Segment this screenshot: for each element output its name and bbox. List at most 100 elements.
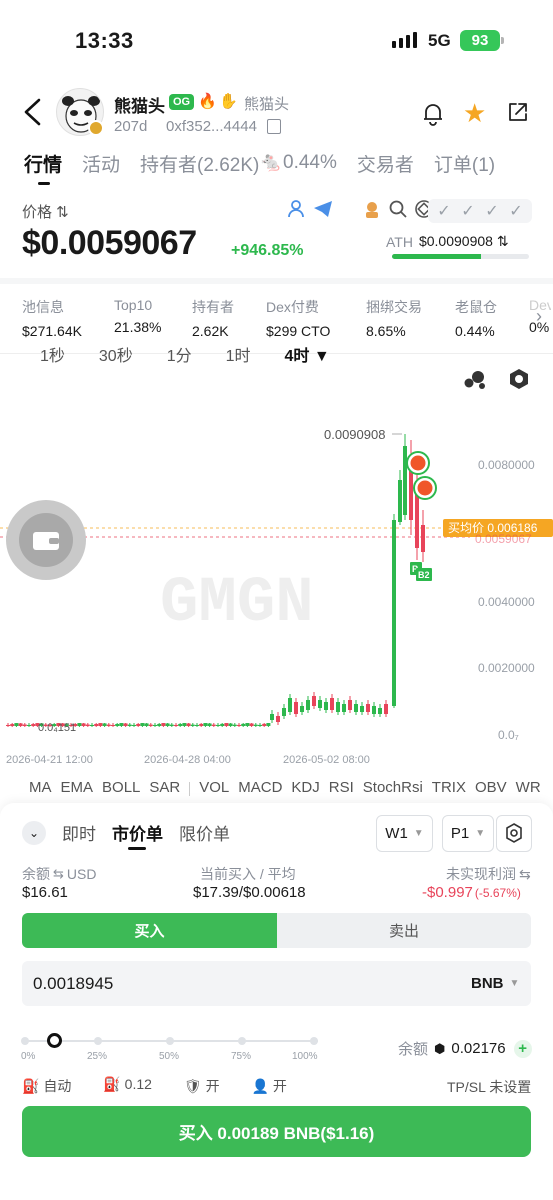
ind-ma[interactable]: MA <box>29 779 52 796</box>
slider-dot[interactable] <box>238 1037 246 1045</box>
slider-dot[interactable] <box>94 1037 102 1045</box>
y-tick: 0.0₇ <box>498 728 519 742</box>
signal-icon <box>392 32 417 48</box>
bought-value: $17.39/$0.00618 <box>193 884 306 901</box>
battery-cap <box>501 37 504 44</box>
sell-tab[interactable]: 卖出 <box>277 913 531 948</box>
pnl-value-row: -$0.997 (-5.67%) <box>422 884 521 901</box>
slider-pct: 0% <box>21 1051 36 1062</box>
candle <box>90 724 94 726</box>
anti-option[interactable]: 👤 开 <box>252 1076 303 1096</box>
slider-pct: 25% <box>87 1051 108 1062</box>
add-icon[interactable]: + <box>513 1039 532 1058</box>
telegram-icon[interactable] <box>312 199 334 219</box>
tab-limit-order[interactable]: 限价单 <box>179 820 230 845</box>
candle <box>403 446 407 515</box>
candle <box>111 724 115 726</box>
price-label[interactable]: 价格 ⇅ <box>22 201 69 222</box>
bubble-icon[interactable] <box>462 368 486 390</box>
tab-market-order[interactable]: 市价单 <box>112 820 163 850</box>
share-icon[interactable] <box>507 101 529 123</box>
tf-1m[interactable]: 1分 <box>167 342 192 366</box>
status-time: 13:33 <box>75 28 134 53</box>
slider-dot[interactable] <box>166 1037 174 1045</box>
tf-1h[interactable]: 1时 <box>226 342 251 366</box>
x-tick: 2026-05-02 08:00 <box>283 754 370 766</box>
gas-option[interactable]: ⛽ 0.12 <box>103 1076 168 1096</box>
tf-1s[interactable]: 1秒 <box>40 342 65 366</box>
chart-watermark: GMGN <box>160 568 314 640</box>
stat-dex-paid[interactable]: Dex付费 $299 CTO <box>266 297 366 339</box>
swap-icon: ⇆ <box>519 865 531 882</box>
slider-dot[interactable] <box>21 1037 29 1045</box>
tab-activity[interactable]: 活动 <box>82 150 120 177</box>
auto-option[interactable]: ⛽ 自动 <box>22 1076 87 1096</box>
ind-boll[interactable]: BOLL <box>102 779 140 796</box>
candle <box>119 723 124 726</box>
search-icon[interactable] <box>388 199 408 219</box>
candle <box>127 724 132 726</box>
tab-traders[interactable]: 交易者 <box>357 150 414 177</box>
ind-ema[interactable]: EMA <box>61 779 94 796</box>
buy-tab[interactable]: 买入 <box>22 913 277 948</box>
tab-holders[interactable]: 持有者(2.62K) <box>140 150 259 177</box>
ind-stochrsi[interactable]: StochRsi <box>363 779 423 796</box>
check-icon: ✓ <box>509 203 523 220</box>
wallet-select[interactable]: W1 ▼ <box>376 815 433 852</box>
ind-kdj[interactable]: KDJ <box>291 779 319 796</box>
preset-select[interactable]: P1 ▼ <box>442 815 494 852</box>
ind-obv[interactable]: OBV <box>475 779 507 796</box>
tf-4h[interactable]: 4时 ▼ <box>285 342 330 366</box>
price-chart[interactable]: GMGN 0.0090908 0.0₄151 0.0080000 0.00400… <box>0 398 553 770</box>
candle <box>228 723 233 726</box>
stat-bundle[interactable]: 捆绑交易 8.65% <box>366 297 455 339</box>
candle <box>27 724 31 726</box>
audit-checks[interactable]: ✓ ✓ ✓ ✓ <box>428 199 532 223</box>
chevron-right-icon[interactable]: › <box>536 306 542 327</box>
stat-top10[interactable]: Top10 21.38% <box>114 297 192 339</box>
ind-trix[interactable]: TRIX <box>432 779 466 796</box>
hexagon-settings-icon[interactable] <box>507 367 531 391</box>
tf-30s[interactable]: 30秒 <box>99 342 133 366</box>
wallet-float-button[interactable] <box>6 500 86 580</box>
network-label: 5G <box>428 31 451 50</box>
candle <box>178 723 183 726</box>
slider-dot[interactable] <box>310 1037 318 1045</box>
stat-pool[interactable]: 池信息 $271.64K <box>22 297 114 339</box>
ind-macd[interactable]: MACD <box>238 779 282 796</box>
candle <box>245 723 250 726</box>
stat-rat[interactable]: 老鼠仓 0.44% <box>455 297 529 339</box>
tab-orders[interactable]: 订单(1) <box>434 150 495 177</box>
candle <box>324 702 328 710</box>
bell-icon[interactable] <box>420 100 446 126</box>
amount-unit-select[interactable]: BNB ▼ <box>471 975 519 992</box>
tab-rat[interactable]: 🐁0.44% <box>259 150 337 177</box>
ind-sar[interactable]: SAR <box>149 779 180 796</box>
candle <box>10 724 15 726</box>
candle <box>249 723 254 726</box>
ind-vol[interactable]: VOL <box>199 779 229 796</box>
candle <box>378 708 382 714</box>
star-icon[interactable]: ★ <box>463 98 486 129</box>
chevron-down-icon[interactable]: ⌄ <box>22 821 46 845</box>
amount-input[interactable]: 0.0018945 <box>33 974 113 994</box>
settings-button[interactable] <box>496 815 532 852</box>
user-icon[interactable] <box>286 199 306 219</box>
wallet-icon <box>33 532 59 550</box>
buy-button[interactable]: 买入 0.00189 BNB($1.16) <box>22 1106 531 1157</box>
candle <box>186 723 191 726</box>
back-icon[interactable] <box>20 97 46 127</box>
mev-option[interactable]: 🛡 开 <box>184 1076 236 1096</box>
stat-holders[interactable]: 持有者 2.62K <box>192 297 266 339</box>
ath-value[interactable]: $0.0090908 ⇅ <box>419 233 509 250</box>
tpsl-setting[interactable]: TP/SL 未设置 <box>447 1077 531 1097</box>
tab-market[interactable]: 行情 <box>24 150 62 185</box>
copy-icon[interactable] <box>267 119 281 134</box>
tab-instant[interactable]: 即时 <box>62 820 96 845</box>
check-icon: ✓ <box>485 203 499 220</box>
contract-address[interactable]: 0xf352...4444 <box>166 118 257 135</box>
ind-rsi[interactable]: RSI <box>329 779 354 796</box>
ind-wr[interactable]: WR <box>516 779 541 796</box>
candle <box>182 723 187 726</box>
dev-icon[interactable] <box>362 199 382 219</box>
